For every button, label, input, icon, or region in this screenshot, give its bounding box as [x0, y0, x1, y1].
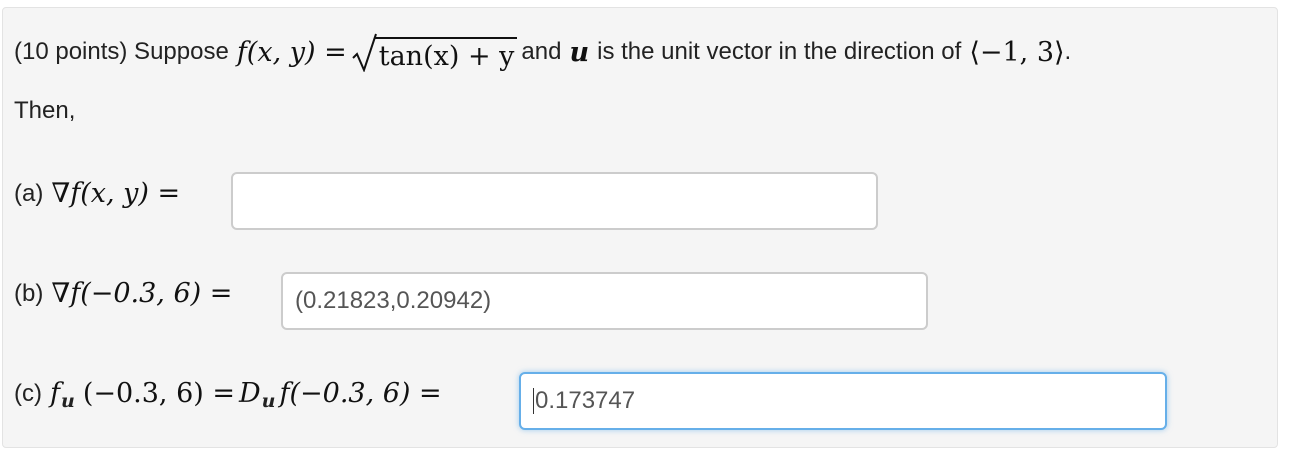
- problem-statement: (10 points) Suppose f(x, y) = tan(x) + y…: [14, 32, 1071, 72]
- gradient-at-point-value: (0.21823,0.20942): [295, 287, 492, 314]
- part-a-label: (a): [14, 179, 44, 207]
- text-caret: [533, 388, 534, 414]
- part-b-label: (b): [14, 279, 44, 307]
- part-c: (c) f u (−0.3, 6) = D u f(−0.3, 6) =: [14, 378, 442, 412]
- part-c-label: (c): [14, 379, 42, 407]
- then-text: Then,: [14, 97, 76, 124]
- part-c-f: f: [49, 378, 60, 409]
- part-c-point: (−0.3, 6) =: [82, 378, 235, 409]
- part-b: (b) ∇f(−0.3, 6) =: [14, 278, 232, 309]
- radicand: tan(x) + y: [374, 37, 518, 72]
- function-definition-lhs: f(x, y) =: [236, 36, 347, 68]
- directional-derivative-value: 0.173747: [535, 387, 636, 414]
- unit-vector-symbol: u: [569, 36, 590, 68]
- part-a: (a) ∇f(x, y) =: [14, 178, 180, 209]
- gradient-at-point-input[interactable]: (0.21823,0.20942): [281, 272, 928, 330]
- connector-text: and: [521, 38, 562, 65]
- direction-vector: ⟨−1, 3⟩: [969, 36, 1065, 68]
- problem-intro: (10 points) Suppose: [14, 38, 229, 65]
- gradient-general-input[interactable]: [231, 172, 878, 230]
- then-line: Then,: [14, 97, 75, 125]
- radical-sign-icon: [352, 33, 377, 72]
- part-b-expression: ∇f(−0.3, 6) =: [51, 278, 233, 309]
- part-c-expression-end: f(−0.3, 6) =: [279, 378, 442, 409]
- part-c-u-subscript: u: [60, 389, 75, 412]
- part-c-u-subscript-2: u: [261, 389, 276, 412]
- part-a-expression: ∇f(x, y) =: [51, 178, 181, 209]
- statement-period: .: [1064, 38, 1072, 65]
- part-c-D: D: [239, 378, 261, 409]
- unit-vector-description: is the unit vector in the direction of: [597, 38, 962, 65]
- square-root: tan(x) + y: [351, 32, 518, 72]
- directional-derivative-input[interactable]: 0.173747: [519, 372, 1167, 430]
